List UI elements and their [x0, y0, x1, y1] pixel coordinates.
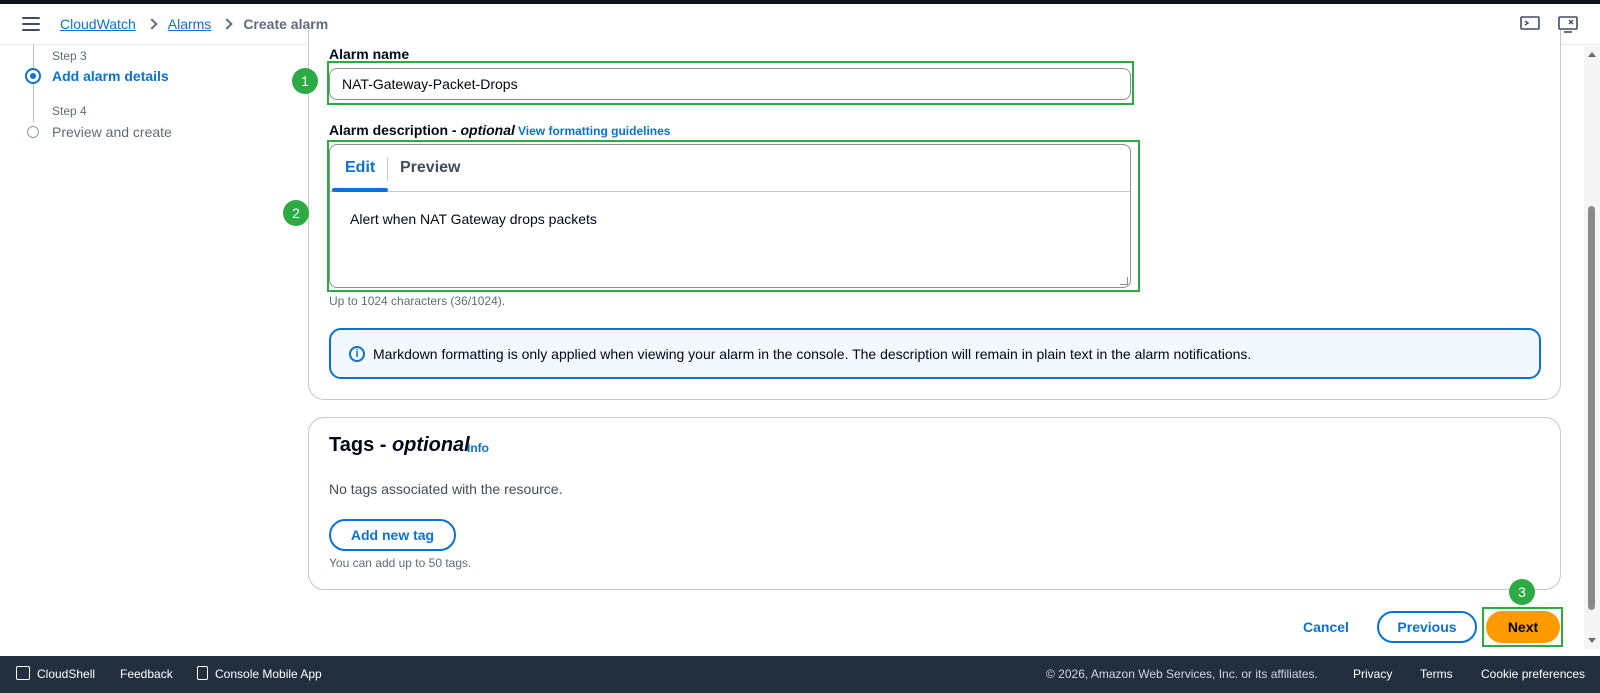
tags-limit-hint: You can add up to 50 tags. — [329, 556, 472, 570]
console-footer: CloudShell Feedback Console Mobile App ©… — [0, 656, 1600, 693]
step-pending-indicator-icon — [27, 126, 39, 138]
tags-heading: Tags - optional — [329, 434, 470, 456]
footer-cloudshell[interactable]: CloudShell — [37, 667, 95, 681]
step-active-indicator-icon — [25, 68, 41, 84]
add-new-tag-button[interactable]: Add new tag — [329, 519, 456, 551]
tab-divider — [387, 157, 388, 181]
step-3-number: Step 3 — [52, 49, 87, 63]
breadcrumb-alarms[interactable]: Alarms — [168, 16, 212, 32]
scroll-up-icon[interactable] — [1588, 52, 1596, 57]
tab-preview[interactable]: Preview — [400, 159, 460, 177]
mobile-app-icon — [197, 666, 208, 680]
tab-edit[interactable]: Edit — [345, 159, 375, 177]
footer-privacy[interactable]: Privacy — [1353, 667, 1392, 681]
step-4-label: Preview and create — [52, 124, 172, 140]
description-character-count: Up to 1024 characters (36/1024). — [329, 294, 506, 308]
chevron-right-icon — [146, 18, 158, 30]
page-scrollbar[interactable] — [1584, 46, 1600, 649]
info-icon: i — [349, 346, 365, 362]
footer-terms[interactable]: Terms — [1420, 667, 1453, 681]
footer-copyright: © 2026, Amazon Web Services, Inc. or its… — [1046, 667, 1318, 681]
footer-feedback[interactable]: Feedback — [120, 667, 173, 681]
annotation-badge-1: 1 — [292, 68, 318, 94]
cloudshell-icon — [16, 666, 30, 680]
footer-cookie-preferences[interactable]: Cookie preferences — [1481, 667, 1585, 681]
next-button[interactable]: Next — [1486, 611, 1560, 643]
breadcrumb-cloudwatch[interactable]: CloudWatch — [60, 16, 136, 32]
scrollbar-thumb[interactable] — [1588, 206, 1595, 610]
chevron-right-icon — [221, 18, 233, 30]
step-3-label[interactable]: Add alarm details — [52, 68, 169, 84]
previous-button[interactable]: Previous — [1377, 611, 1477, 643]
alarm-description-label: Alarm description - optional — [329, 122, 515, 138]
breadcrumb: CloudWatch Alarms Create alarm — [60, 16, 328, 32]
alarm-name-input[interactable] — [329, 68, 1131, 100]
no-tags-message: No tags associated with the resource. — [329, 481, 563, 497]
alarm-description-editor: Edit Preview Alert when NAT Gateway drop… — [329, 144, 1131, 288]
alert-message: Markdown formatting is only applied when… — [373, 346, 1252, 362]
step-4-number: Step 4 — [52, 104, 87, 118]
resize-handle-icon[interactable] — [1120, 277, 1128, 285]
footer-mobile-app[interactable]: Console Mobile App — [215, 667, 322, 681]
markdown-info-alert: i Markdown formatting is only applied wh… — [329, 328, 1541, 379]
split-panel-icon[interactable] — [1558, 16, 1578, 34]
tags-container — [308, 417, 1561, 590]
hamburger-menu-icon[interactable] — [22, 17, 40, 33]
view-formatting-guidelines-link[interactable]: View formatting guidelines — [518, 124, 670, 138]
alarm-description-textarea[interactable]: Alert when NAT Gateway drops packets — [350, 211, 597, 227]
annotation-badge-2: 2 — [283, 200, 309, 226]
active-tab-indicator — [332, 188, 388, 192]
alarm-name-label: Alarm name — [329, 46, 410, 62]
tags-info-link[interactable]: Info — [467, 441, 489, 455]
scroll-down-icon[interactable] — [1588, 638, 1596, 643]
cancel-button[interactable]: Cancel — [1303, 619, 1349, 635]
annotation-badge-3: 3 — [1509, 579, 1535, 605]
editor-tab-bar: Edit Preview — [330, 145, 1130, 192]
